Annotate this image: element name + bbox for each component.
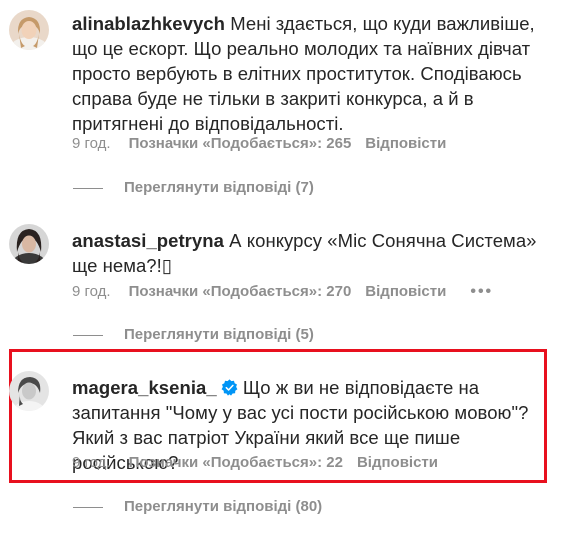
likes-count[interactable]: Позначки «Подобається»: 22 — [129, 454, 343, 471]
view-replies-label: Переглянути відповіді (7) — [124, 179, 314, 196]
comment-body: alinablazhkevych Мені здається, що куди … — [72, 11, 562, 136]
reply-button[interactable]: Відповісти — [357, 454, 438, 471]
likes-count[interactable]: Позначки «Подобається»: 265 — [129, 135, 352, 152]
comment-username[interactable]: magera_ksenia_ — [72, 377, 217, 398]
avatar[interactable] — [9, 224, 49, 264]
reply-button[interactable]: Відповісти — [365, 283, 446, 300]
verified-badge-icon — [221, 379, 238, 396]
comment-time[interactable]: 9 год. — [72, 283, 111, 300]
comment-meta: 9 год. Позначки «Подобається»: 270 Відпові… — [72, 282, 493, 302]
replies-divider-line — [73, 506, 103, 508]
replies-divider-line — [73, 334, 103, 336]
view-replies-button[interactable]: Переглянути відповіді (80) — [73, 497, 322, 517]
view-replies-button[interactable]: Переглянути відповіді (7) — [73, 178, 314, 198]
comment-meta: 9 год. Позначки «Подобається»: 22 Відповіс… — [72, 453, 438, 473]
comment-username[interactable]: alinablazhkevych — [72, 13, 225, 34]
avatar[interactable] — [9, 10, 49, 50]
avatar[interactable] — [9, 371, 49, 411]
view-replies-label: Переглянути відповіді (5) — [124, 326, 314, 343]
view-replies-button[interactable]: Переглянути відповіді (5) — [73, 325, 314, 345]
more-options-icon[interactable]: ••• — [470, 283, 493, 300]
likes-count[interactable]: Позначки «Подобається»: 270 — [129, 283, 352, 300]
view-replies-label: Переглянути відповіді (80) — [124, 498, 323, 515]
comment-meta: 9 год. Позначки «Подобається»: 265 Відпові… — [72, 134, 446, 154]
reply-button[interactable]: Відповісти — [365, 135, 446, 152]
replies-divider-line — [73, 187, 103, 189]
comment-body: anastasi_petryna А конкурсу «Міс Сонячна… — [72, 228, 562, 278]
comment-username[interactable]: anastasi_petryna — [72, 230, 224, 251]
comment-time[interactable]: 9 год. — [72, 135, 111, 152]
comment-time[interactable]: 9 год. — [72, 454, 111, 471]
